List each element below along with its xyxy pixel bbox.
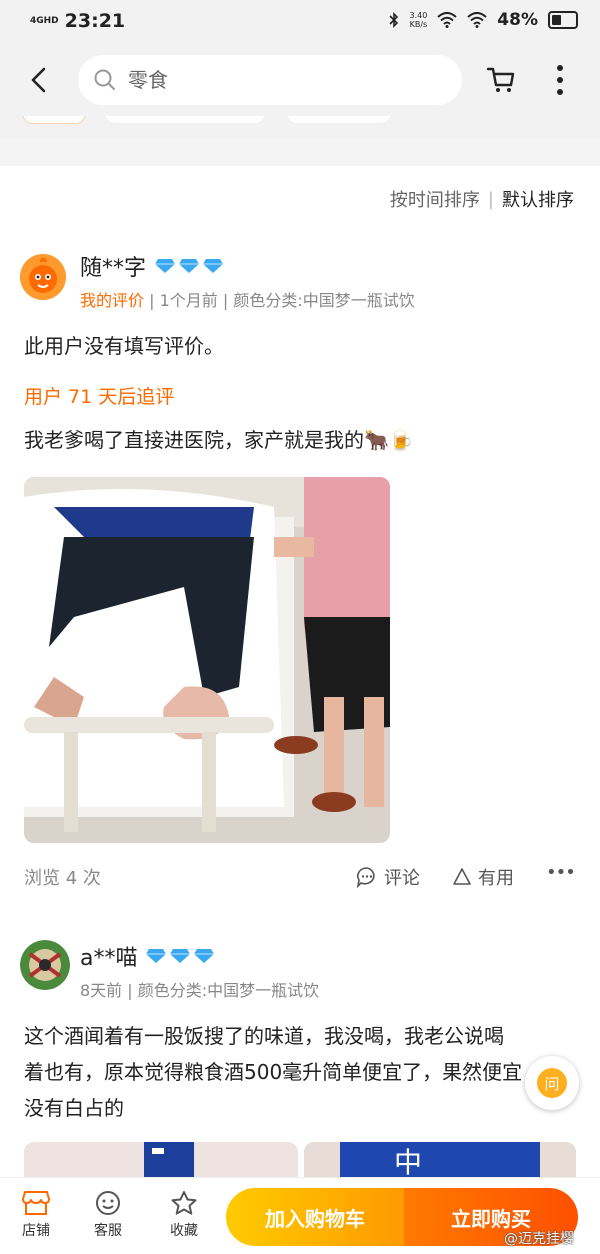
- sort-divider: |: [487, 188, 494, 210]
- useful-button[interactable]: 有用: [452, 864, 514, 890]
- comment-icon: [356, 867, 375, 888]
- followup-text: 我老爹喝了直接进医院，家产就是我的🐂🍺: [24, 428, 414, 452]
- followup-label: 用户 71 天后追评: [24, 386, 175, 408]
- sort-by-time-button[interactable]: 按时间排序: [390, 186, 480, 212]
- network-indicator: 4GHD: [30, 15, 59, 26]
- filter-strip: [0, 116, 600, 138]
- filter-pill[interactable]: [104, 116, 266, 124]
- review-meta-text: | 1个月前 | 颜色分类:中国梦一瓶试饮: [144, 291, 415, 310]
- add-to-cart-button[interactable]: 加入购物车: [226, 1188, 404, 1246]
- useful-label: 有用: [478, 868, 514, 889]
- view-count: 浏览 4 次: [24, 868, 101, 889]
- wifi-icon: [437, 12, 457, 28]
- search-icon: [94, 69, 115, 90]
- diamond-icon: [170, 949, 191, 963]
- shop-label: 店铺: [22, 1223, 50, 1239]
- review-text: 此用户没有填写评价。: [24, 334, 224, 358]
- ask-label: 问: [537, 1068, 567, 1098]
- search-input[interactable]: [126, 67, 430, 93]
- section-divider: [0, 138, 600, 166]
- review-text-line: 着也有，原本觉得粮食酒500毫升简单便宜了，果然便宜: [24, 1060, 523, 1084]
- filter-pill[interactable]: [22, 116, 86, 124]
- diamond-icon: [179, 259, 200, 273]
- review-photo[interactable]: [24, 1142, 298, 1182]
- my-review-tag: 我的评价: [80, 291, 145, 310]
- diamond-icon: [155, 259, 176, 273]
- sort-default-button[interactable]: 默认排序: [502, 186, 574, 212]
- network-speed: 3.40 KB/s: [409, 11, 428, 29]
- status-bar: 4GHD 23:21 3.40 KB/s 48%: [0, 0, 600, 44]
- svg-text:中: 中: [394, 1146, 422, 1179]
- wifi-icon-2: [467, 12, 487, 28]
- filter-pill[interactable]: [286, 116, 392, 124]
- review-meta: 我的评价 | 1个月前 | 颜色分类:中国梦一瓶试饮: [80, 287, 415, 311]
- service-icon: [96, 1191, 120, 1215]
- battery-icon: [548, 11, 578, 29]
- review-text: 这个酒闻着有一股饭搜了的味道，我没喝，我老公说喝 着也有，原本觉得粮食酒500毫…: [24, 1018, 522, 1126]
- shop-icon: [22, 1191, 50, 1215]
- avatar[interactable]: [20, 940, 70, 990]
- favorite-button[interactable]: 收藏: [154, 1190, 214, 1240]
- clock: 23:21: [64, 10, 126, 32]
- star-icon: [171, 1191, 197, 1215]
- reviewer-name: 随**字: [80, 256, 147, 281]
- sort-bar: 按时间排序 | 默认排序: [390, 186, 574, 212]
- top-nav: [0, 44, 600, 116]
- avatar[interactable]: [20, 254, 66, 300]
- watermark: @迈克挂樱: [504, 1231, 574, 1247]
- battery-percent: 48%: [497, 10, 538, 30]
- review-photo[interactable]: [24, 477, 390, 843]
- review-text-line: 没有白占的: [24, 1096, 124, 1120]
- ask-question-button[interactable]: 问: [525, 1056, 579, 1110]
- reviewer-name: a**喵: [80, 946, 138, 971]
- customer-service-button[interactable]: 客服: [78, 1190, 138, 1240]
- cart-icon[interactable]: [486, 66, 516, 94]
- comment-button[interactable]: 评论: [356, 864, 420, 890]
- member-level: [154, 258, 224, 274]
- diamond-icon: [203, 259, 224, 273]
- service-label: 客服: [94, 1223, 122, 1239]
- reviewer-name-row: a**喵: [80, 940, 215, 972]
- shop-button[interactable]: 店铺: [6, 1190, 66, 1240]
- back-arrow-icon[interactable]: [28, 66, 52, 94]
- review-stats: 浏览 4 次 评论 有用 •••: [24, 862, 576, 892]
- search-bar[interactable]: [78, 55, 462, 105]
- member-level: [145, 948, 215, 964]
- bluetooth-icon: [389, 12, 399, 28]
- thumb-up-icon: [453, 868, 471, 885]
- comment-label: 评论: [384, 868, 420, 889]
- review-photo[interactable]: 中: [304, 1142, 576, 1182]
- more-options-icon[interactable]: [550, 62, 570, 98]
- review-text-line: 这个酒闻着有一股饭搜了的味道，我没喝，我老公说喝: [24, 1024, 504, 1048]
- diamond-icon: [146, 949, 167, 963]
- more-actions-icon[interactable]: •••: [546, 862, 576, 883]
- favorite-label: 收藏: [170, 1223, 198, 1239]
- review-meta: 8天前 | 颜色分类:中国梦一瓶试饮: [80, 981, 320, 1000]
- diamond-icon: [194, 949, 215, 963]
- reviewer-name-row: 随**字: [80, 250, 224, 282]
